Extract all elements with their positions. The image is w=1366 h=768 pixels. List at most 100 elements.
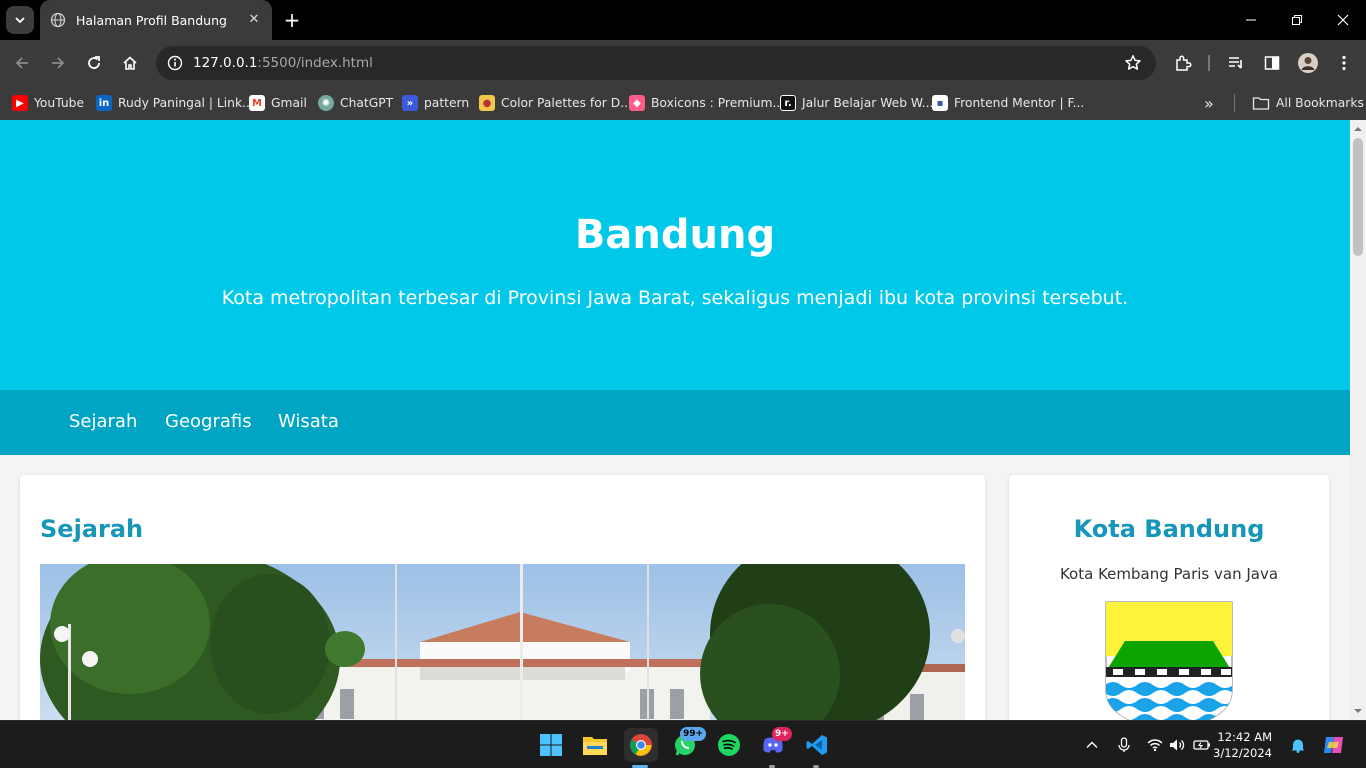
minimize-icon: [1246, 19, 1256, 21]
bookmark-label: Boxicons : Premium...: [651, 96, 785, 110]
reload-button[interactable]: [82, 51, 106, 75]
gedung-sate-photo: [40, 564, 965, 720]
url-path: :5500/index.html: [257, 55, 373, 71]
windows-logo-icon: [540, 734, 562, 756]
hero-banner: Bandung Kota metropolitan terbesar di Pr…: [0, 120, 1350, 390]
folder-icon: [1252, 97, 1270, 110]
spotify-icon: [718, 734, 740, 756]
notification-bell-icon[interactable]: [1288, 735, 1308, 755]
scroll-up-icon[interactable]: [1350, 122, 1366, 136]
tab-title: Halaman Profil Bandung: [76, 12, 227, 28]
reload-icon: [88, 56, 100, 69]
bookmarks-divider: [1234, 94, 1235, 112]
restore-button[interactable]: [1274, 0, 1320, 40]
start-button[interactable]: [536, 730, 566, 760]
tray-overflow-icon[interactable]: [1082, 735, 1102, 755]
side-panel-icon[interactable]: [1261, 52, 1283, 74]
hero-title: Bandung: [574, 212, 776, 258]
chrome-taskbar-button[interactable]: [624, 728, 658, 762]
system-clock[interactable]: 12:42 AM 3/12/2024: [1213, 729, 1272, 761]
bookmark-label: Rudy Paningal | Link...: [118, 96, 254, 110]
nav-link-wisata[interactable]: Wisata: [278, 411, 339, 432]
close-icon: [1337, 14, 1349, 26]
minimize-button[interactable]: [1228, 0, 1274, 40]
windows-taskbar: 99+ 9+ 12:42 AM 3/12/2024: [0, 720, 1366, 768]
nav-link-geografis[interactable]: Geografis: [165, 411, 252, 432]
back-button[interactable]: [10, 51, 34, 75]
bookmark-frontend-mentor[interactable]: ▪ Frontend Mentor | F...: [932, 93, 1084, 113]
spotify-button[interactable]: [714, 730, 744, 760]
more-bookmarks-icon[interactable]: »: [1204, 93, 1214, 113]
section-heading: Sejarah: [40, 515, 144, 543]
bookmark-boxicons[interactable]: ◆ Boxicons : Premium...: [629, 93, 784, 113]
bookmark-label: Frontend Mentor | F...: [954, 96, 1085, 110]
tab-active[interactable]: Halaman Profil Bandung ✕: [40, 0, 272, 40]
more-menu-icon[interactable]: [1333, 52, 1355, 74]
dicoding-icon: r.: [780, 95, 796, 111]
side-subtitle: Kota Kembang Paris van Java: [1059, 565, 1279, 583]
page-viewport: Bandung Kota metropolitan terbesar di Pr…: [0, 120, 1350, 720]
all-bookmarks-label: All Bookmarks: [1276, 96, 1364, 110]
forward-button[interactable]: [46, 51, 70, 75]
chatgpt-icon: ✺: [318, 95, 334, 111]
nav-link-sejarah[interactable]: Sejarah: [69, 411, 137, 432]
battery-icon[interactable]: [1192, 735, 1212, 755]
bookmark-gmail[interactable]: M Gmail: [249, 93, 307, 113]
address-bar[interactable]: 127.0.0.1:5500/index.html: [156, 46, 1156, 80]
bookmark-linkedin[interactable]: in Rudy Paningal | Link...: [96, 93, 254, 113]
all-bookmarks-button[interactable]: All Bookmarks: [1252, 93, 1364, 113]
discord-badge: 9+: [772, 727, 792, 741]
wifi-icon[interactable]: [1145, 735, 1165, 755]
restore-icon: [1292, 15, 1302, 25]
bookmark-color-palettes[interactable]: ● Color Palettes for D...: [479, 93, 632, 113]
microphone-icon[interactable]: [1114, 735, 1134, 755]
vscode-icon: [806, 735, 827, 755]
boxicons-icon: ◆: [629, 95, 645, 111]
scroll-down-icon[interactable]: [1350, 704, 1366, 718]
copilot-icon[interactable]: [1322, 735, 1346, 755]
kota-bandung-card: Kota Bandung Kota Kembang Paris van Java: [1009, 475, 1329, 720]
extensions-icon[interactable]: [1172, 52, 1194, 74]
linkedin-icon: in: [96, 95, 112, 111]
site-info-icon[interactable]: [164, 52, 186, 74]
page-scrollbar[interactable]: [1350, 120, 1366, 720]
tab-search-button[interactable]: [6, 6, 34, 34]
page-nav: Sejarah Geografis Wisata: [0, 390, 1350, 455]
bookmark-label: YouTube: [34, 96, 85, 110]
vscode-button[interactable]: [802, 730, 832, 760]
whatsapp-badge: 99+: [680, 727, 707, 741]
close-tab-icon[interactable]: ✕: [246, 12, 262, 28]
youtube-icon: ▶: [12, 95, 28, 111]
media-control-icon[interactable]: [1225, 52, 1247, 74]
tab-strip: Halaman Profil Bandung ✕ +: [0, 0, 1366, 40]
arrow-right-icon: [52, 57, 65, 69]
bookmark-chatgpt[interactable]: ✺ ChatGPT: [318, 93, 393, 113]
file-explorer-button[interactable]: [580, 730, 610, 760]
bookmark-label: Jalur Belajar Web W...: [802, 96, 934, 110]
sejarah-card: Sejarah: [20, 475, 985, 720]
palette-icon: ●: [479, 95, 495, 111]
side-title: Kota Bandung: [1073, 515, 1265, 543]
new-tab-button[interactable]: +: [282, 10, 302, 30]
bookmark-pattern[interactable]: » pattern: [402, 93, 469, 113]
bookmark-youtube[interactable]: ▶ YouTube: [12, 93, 84, 113]
chrome-icon: [630, 734, 652, 756]
pattern-icon: »: [402, 95, 418, 111]
bookmarks-bar: ▶ YouTube in Rudy Paningal | Link... M Gmai…: [0, 86, 1366, 120]
hero-subtitle: Kota metropolitan terbesar di Provinsi J…: [221, 287, 1129, 309]
toolbar-divider: [1208, 55, 1210, 71]
browser-toolbar: 127.0.0.1:5500/index.html: [0, 40, 1366, 86]
close-window-button[interactable]: [1320, 0, 1366, 40]
arrow-left-icon: [15, 57, 28, 69]
scrollbar-thumb[interactable]: [1353, 138, 1363, 256]
bookmark-star-icon[interactable]: [1124, 54, 1142, 76]
bookmark-dicoding[interactable]: r. Jalur Belajar Web W...: [780, 93, 933, 113]
url-text[interactable]: 127.0.0.1:5500/index.html: [193, 55, 373, 71]
bookmark-label: Color Palettes for D...: [501, 96, 632, 110]
gmail-icon: M: [249, 95, 265, 111]
bookmark-label: pattern: [424, 96, 470, 110]
url-host: 127.0.0.1: [193, 55, 258, 71]
volume-icon[interactable]: [1167, 735, 1187, 755]
profile-avatar[interactable]: [1297, 52, 1319, 74]
home-button[interactable]: [118, 51, 142, 75]
